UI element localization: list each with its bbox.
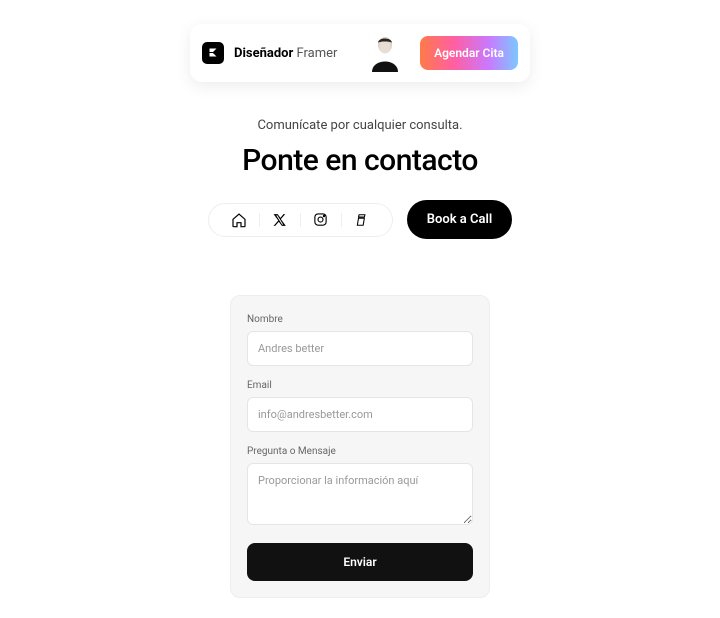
divider: [341, 213, 342, 227]
cv-icon[interactable]: [346, 213, 378, 227]
page-title: Ponte en contacto: [0, 143, 720, 178]
nav-row: Book a Call: [0, 200, 720, 239]
logo-icon: [202, 42, 224, 64]
brand-strong: Diseñador: [234, 46, 293, 61]
x-twitter-icon[interactable]: [264, 213, 296, 227]
name-input[interactable]: [247, 331, 473, 366]
message-textarea[interactable]: [247, 463, 473, 525]
email-label: Email: [247, 380, 473, 391]
name-label: Nombre: [247, 314, 473, 325]
brand-light: Framer: [296, 46, 337, 61]
divider: [300, 213, 301, 227]
page-subtitle: Comunícate por cualquier consulta.: [0, 118, 720, 133]
message-label: Pregunta o Mensaje: [247, 446, 473, 457]
email-input[interactable]: [247, 397, 473, 432]
avatar: [366, 34, 404, 72]
brand-text: Diseñador Framer: [234, 46, 337, 61]
top-bar: Diseñador Framer Agendar Cita: [190, 24, 530, 82]
submit-button[interactable]: Enviar: [247, 543, 473, 581]
home-icon[interactable]: [223, 212, 255, 228]
book-call-button[interactable]: Book a Call: [407, 200, 513, 239]
schedule-button[interactable]: Agendar Cita: [420, 36, 518, 70]
instagram-icon[interactable]: [305, 212, 337, 227]
social-nav: [208, 203, 393, 237]
divider: [259, 213, 260, 227]
